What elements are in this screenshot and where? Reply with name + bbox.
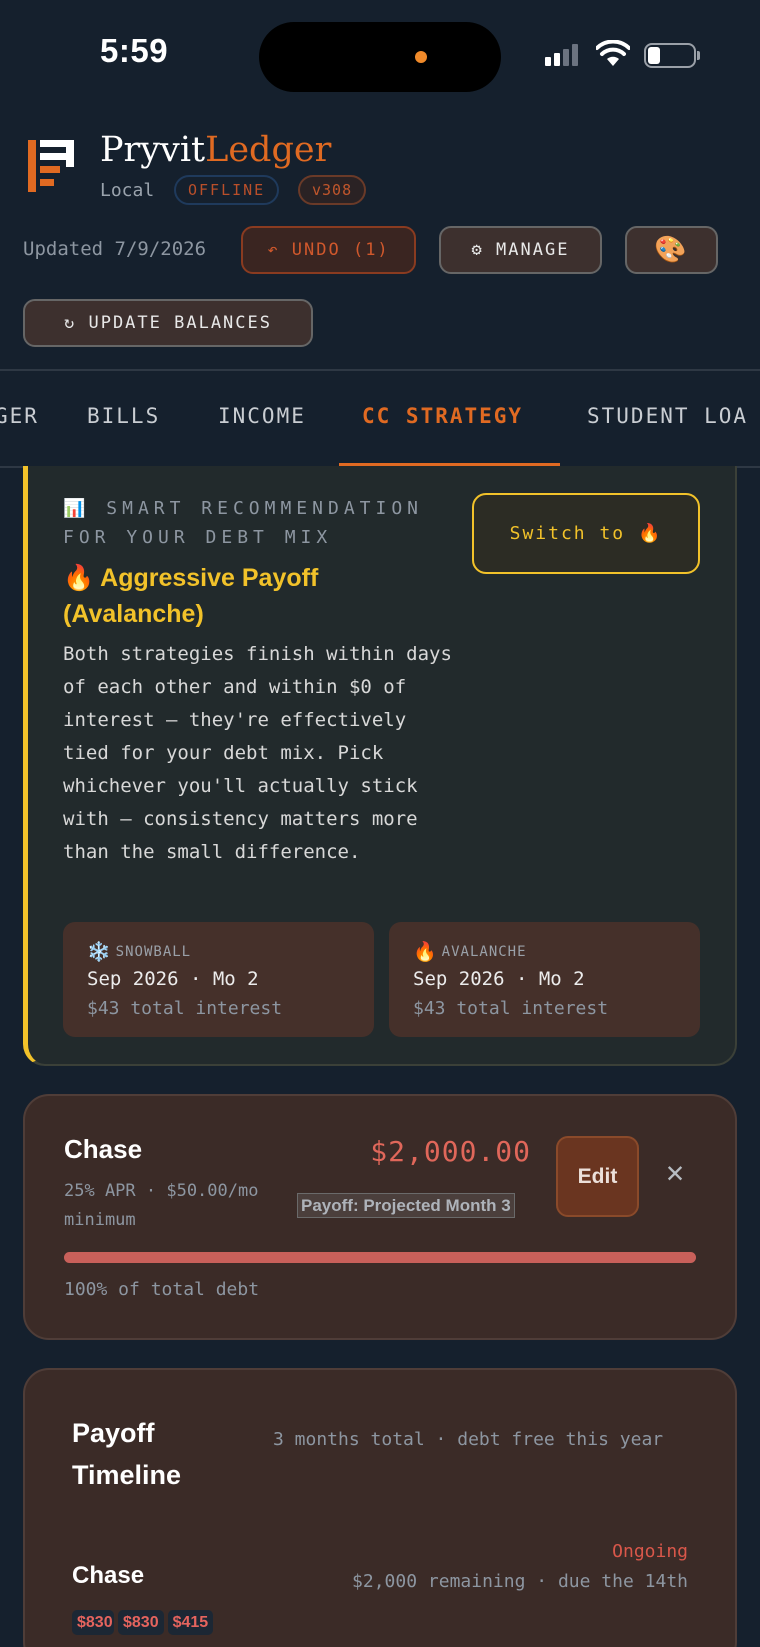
snowball-date: Sep 2026 · Mo 2 [87,968,259,990]
payoff-projection-tag: Payoff: Projected Month 3 [297,1193,515,1218]
camera-indicator-icon [415,51,427,63]
palette-icon[interactable]: 🎨 [625,226,718,274]
dynamic-island [259,22,501,92]
timeline-status: Ongoing [612,1541,688,1562]
snowball-summary: ❄️ SNOWBALL Sep 2026 · Mo 2 $43 total int… [63,922,374,1037]
mode-label: Local [100,180,155,201]
recommendation-kicker: 📊 SMART RECOMMENDATION FOR YOUR DEBT MIX [63,498,424,548]
payment-pill: $830 [72,1610,114,1635]
payment-pill: $415 [167,1610,214,1635]
tab-student-loans[interactable]: STUDENT LOA [587,404,748,428]
undo-button[interactable]: ↶ UNDO (1) [241,226,416,274]
tab-bills[interactable]: BILLS [87,404,160,428]
updated-date: Updated 7/9/2026 [23,238,207,260]
payment-pill: $830 [118,1610,164,1635]
chart-icon: 📊 [63,498,91,519]
debt-share-fill [64,1252,696,1263]
debt-meta: 25% APR · $50.00/mo minimum [64,1181,259,1230]
payoff-timeline-card [23,1368,737,1647]
debt-share-text: 100% of total debt [64,1279,260,1300]
avalanche-date: Sep 2026 · Mo 2 [413,968,585,990]
battery-cap [697,51,700,60]
battery-level [648,47,660,64]
edit-debt-button[interactable]: Edit [556,1136,639,1217]
debt-balance: $2,000.00 [370,1135,531,1168]
recommendation-title: 🔥 Aggressive Payoff (Avalanche) [63,564,319,628]
wifi-icon [596,40,630,66]
switch-strategy-button[interactable]: Switch to 🔥 [472,493,700,574]
ledger-logo-icon [28,140,74,192]
avalanche-interest: $43 total interest [413,998,609,1019]
timeline-subtitle: 3 months total · debt free this year [273,1429,664,1450]
close-icon[interactable]: ✕ [666,1158,684,1188]
tab-cc-strategy[interactable]: CC STRATEGY [362,404,523,428]
offline-badge: OFFLINE [174,175,280,205]
tab-ledger[interactable]: GER [0,404,39,428]
manage-button[interactable]: ⚙ MANAGE [439,226,602,274]
status-time: 5:59 [100,32,169,69]
timeline-payment-pills: $830 $830 $415 [72,1610,214,1635]
timeline-debt-name: Chase [72,1562,145,1589]
timeline-title: Payoff Timeline [72,1418,182,1490]
tabs-divider-top [0,369,760,371]
recommendation-body: Both strategies finish within days of ea… [63,643,452,863]
update-balances-button[interactable]: ↻ UPDATE BALANCES [23,299,313,347]
avalanche-summary: 🔥 AVALANCHE Sep 2026 · Mo 2 $43 total int… [389,922,700,1037]
timeline-debt-detail: $2,000 remaining · due the 14th [352,1571,688,1592]
debt-name: Chase [64,1134,143,1164]
app-title: PryvitLedger [100,130,332,170]
fire-icon: 🔥 [413,941,438,963]
cellular-signal-icon [545,44,578,66]
tab-income[interactable]: INCOME [218,404,306,428]
snowflake-icon: ❄️ [87,941,112,963]
version-badge: v308 [298,175,367,205]
snowball-interest: $43 total interest [87,998,283,1019]
